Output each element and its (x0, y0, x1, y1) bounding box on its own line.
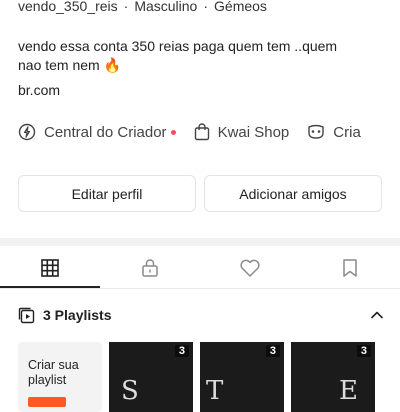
playlist-thumbnail[interactable]: 3 T (200, 342, 284, 412)
shortcut-row: Central do Criador Kwai Shop Cria (18, 121, 379, 143)
playlist-item-count: 3 (356, 345, 371, 357)
lock-icon (142, 259, 158, 277)
bio-line-2: nao tem nem 🔥 (18, 57, 122, 73)
tab-posts-grid[interactable] (0, 248, 100, 288)
kwai-shop-label: Kwai Shop (217, 123, 290, 141)
create-shortcut[interactable]: Cria (307, 124, 361, 141)
create-playlist-label-line-1: Criar sua (28, 358, 79, 372)
mask-icon (308, 124, 324, 139)
chevron-up-icon[interactable] (370, 310, 384, 320)
create-shortcut-label: Cria (333, 123, 361, 141)
playlist-thumbnail[interactable]: 3 S (109, 342, 193, 412)
profile-meta-line: vendo_350_reis · Masculino · Gémeos (18, 0, 267, 14)
playlist-item-count: 3 (174, 345, 189, 357)
heart-icon (240, 259, 260, 277)
tab-liked[interactable] (200, 248, 300, 288)
tab-private[interactable] (100, 248, 200, 288)
notification-dot (170, 129, 176, 135)
shopping-bag-icon (194, 123, 209, 141)
bio-text: vendo essa conta 350 reias paga quem tem… (18, 37, 388, 75)
separator-dot: · (123, 0, 129, 14)
playlist-icon (18, 307, 35, 323)
create-playlist-label-line-2: playlist (28, 373, 67, 387)
sign-label: Gémeos (214, 0, 267, 14)
section-divider (0, 238, 400, 246)
bookmark-icon (343, 259, 357, 277)
creator-center-shortcut[interactable]: Central do Criador (18, 123, 176, 141)
playlist-thumbnail[interactable]: 3 E (291, 342, 375, 412)
profile-link[interactable]: br.com (18, 82, 60, 98)
add-friends-button[interactable]: Adicionar amigos (204, 175, 382, 212)
kwai-shop-shortcut[interactable]: Kwai Shop (194, 123, 290, 141)
username: vendo_350_reis (18, 0, 118, 14)
tab-saved[interactable] (300, 248, 400, 288)
tabs-bottom-border (0, 288, 400, 289)
profile-tabs (0, 248, 400, 288)
gender-label: Masculino (134, 0, 198, 14)
create-playlist-button[interactable] (28, 397, 66, 407)
playlists-header[interactable]: 3 Playlists (18, 303, 384, 327)
create-playlist-label: Criar sua playlist (28, 358, 79, 388)
playlists-count-title: 3 Playlists (43, 307, 112, 323)
separator-dot: · (203, 0, 209, 14)
creator-center-label: Central do Criador (44, 123, 167, 141)
edit-profile-button[interactable]: Editar perfil (18, 175, 196, 212)
thumbnail-title-text: S (121, 376, 143, 406)
lightning-icon (18, 123, 36, 141)
grid-icon (41, 259, 59, 277)
create-playlist-card[interactable]: Criar sua playlist (18, 342, 102, 412)
bio-line-1: vendo essa conta 350 reias paga quem tem… (18, 38, 338, 54)
playlist-item-count: 3 (265, 345, 280, 357)
thumbnail-title-text: E (339, 376, 362, 406)
thumbnail-title-text: T (206, 376, 228, 406)
